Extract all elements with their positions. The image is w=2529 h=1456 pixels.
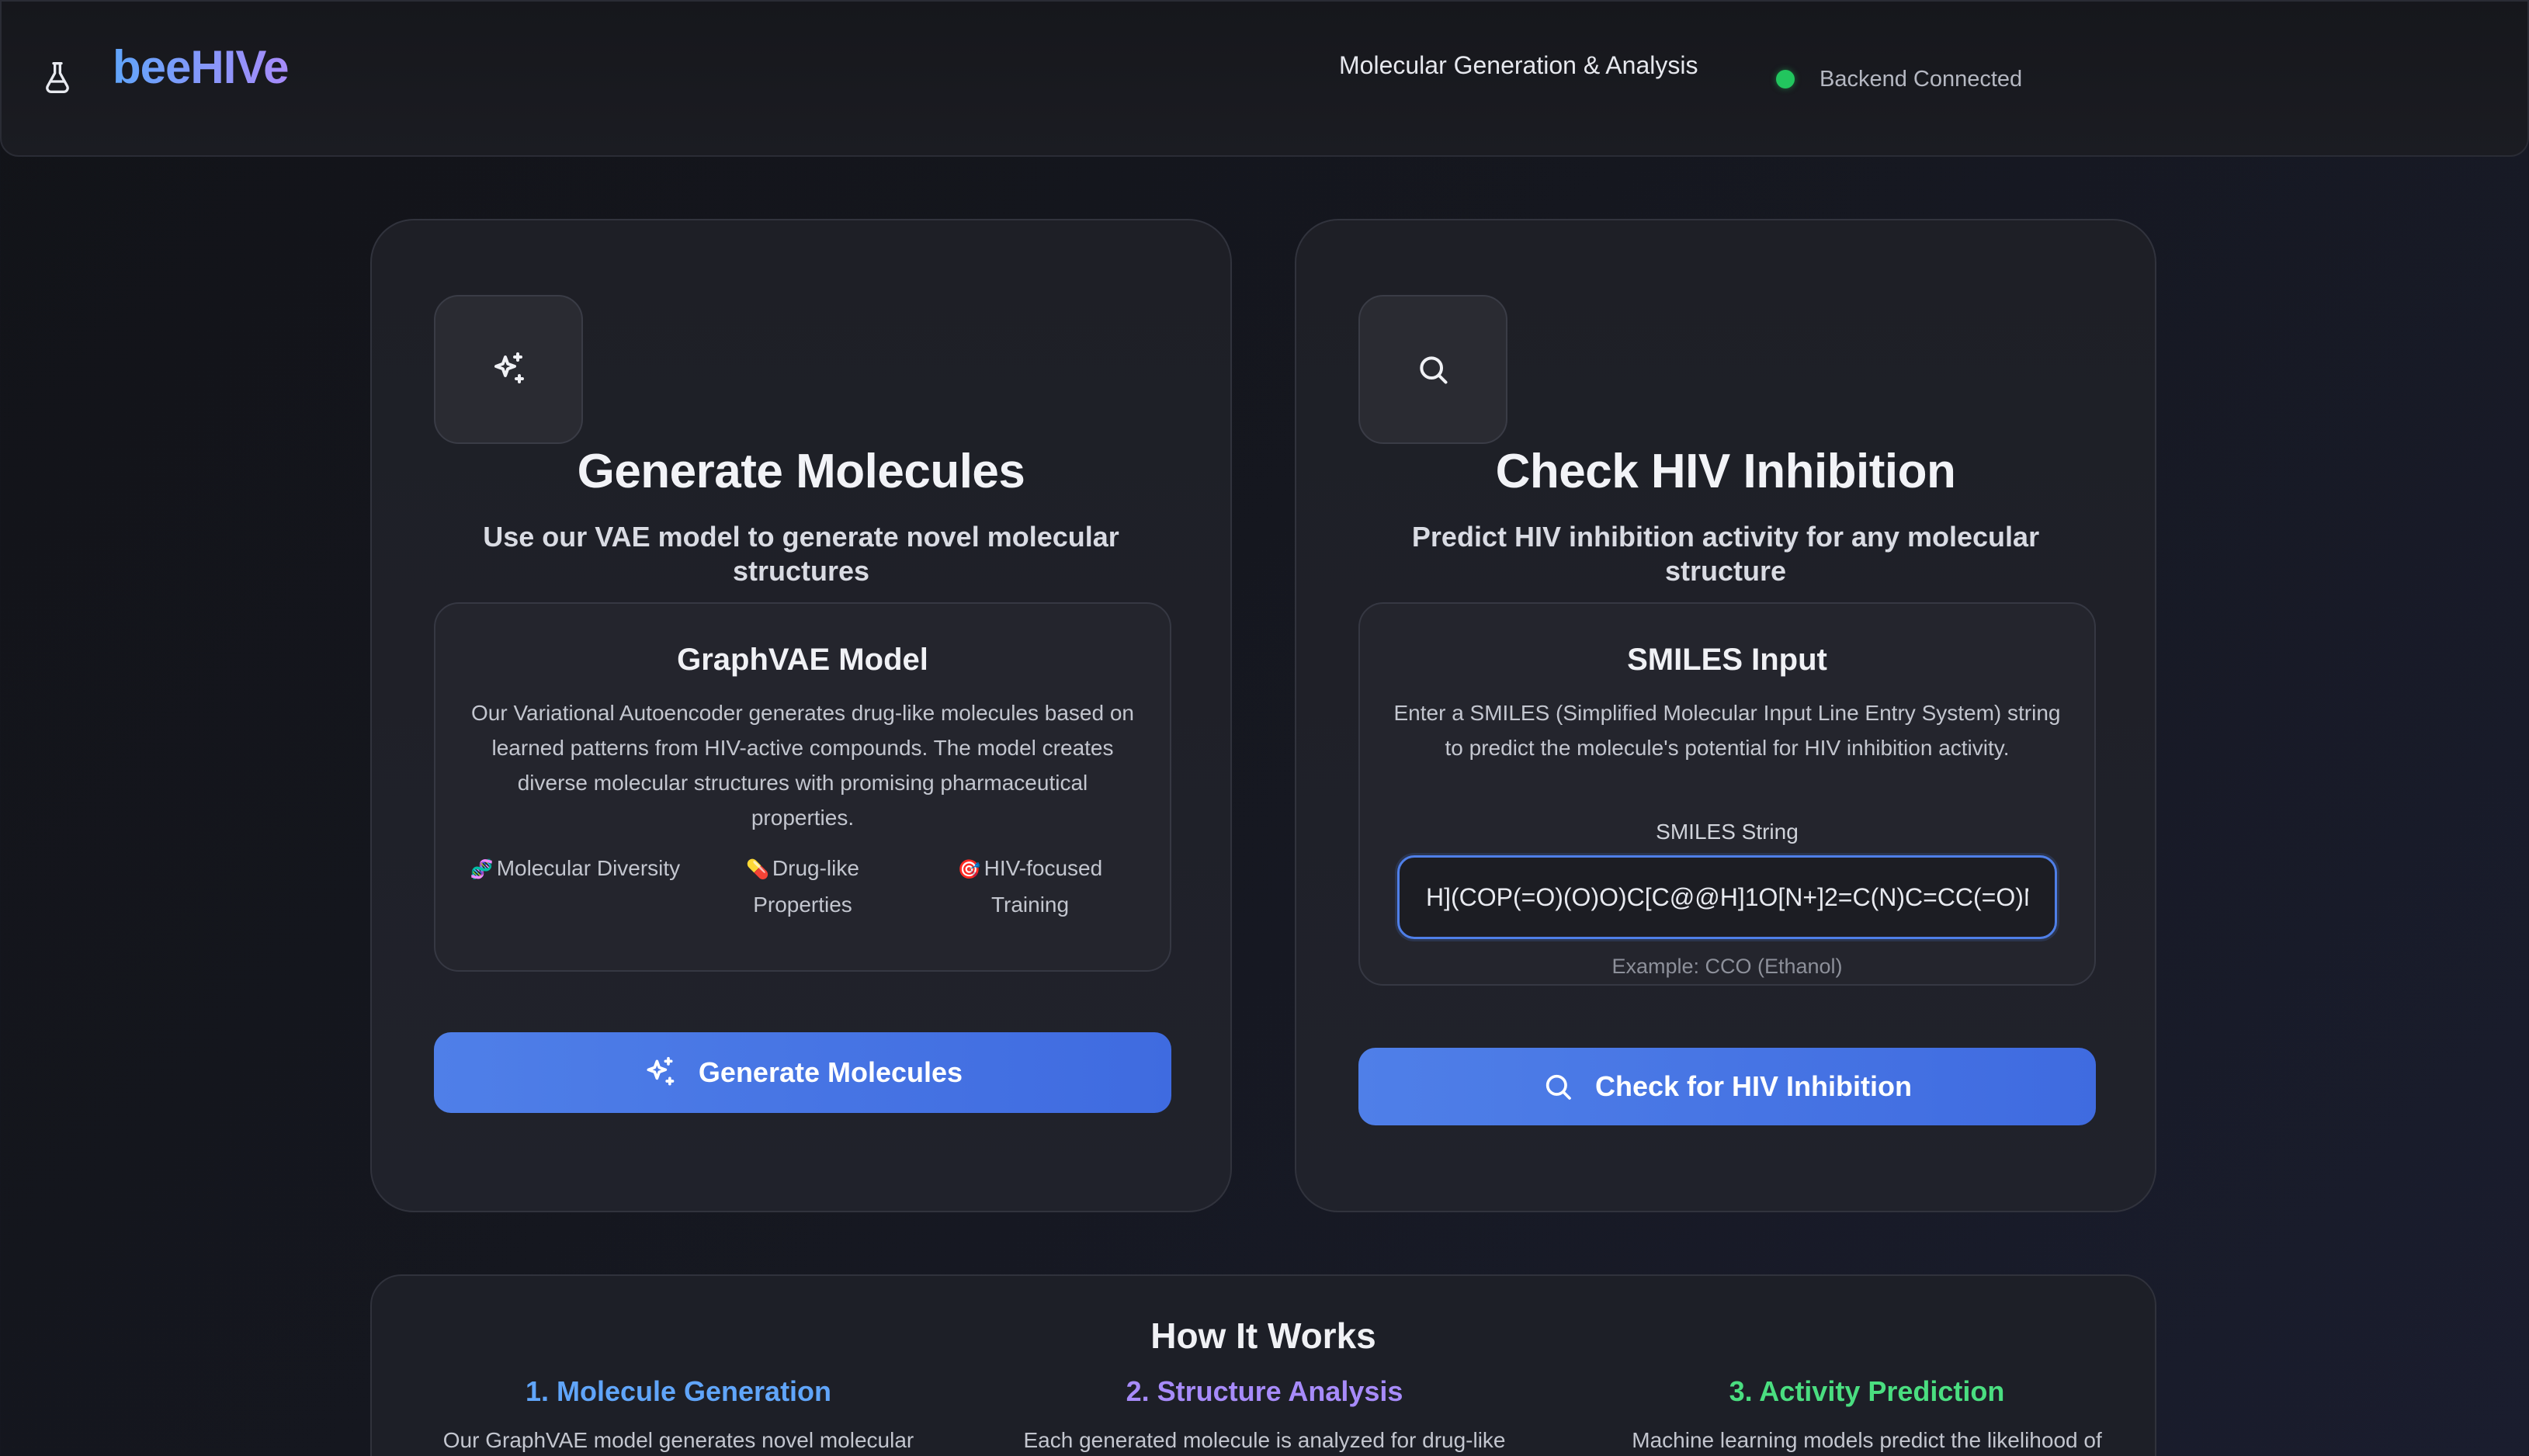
check-card-title: Check HIV Inhibition [1495, 445, 1956, 498]
generate-card-title: Generate Molecules [577, 445, 1025, 498]
check-hiv-inhibition-button[interactable]: Check for HIV Inhibition [1358, 1048, 2096, 1125]
feature-item-drug-like-properties: 💊 Drug-like Properties [694, 851, 911, 922]
header-title: Molecular Generation & Analysis [1339, 51, 1698, 79]
sparkles-icon [647, 1056, 675, 1086]
brand-logo[interactable]: beeHIVe [113, 40, 289, 94]
how-step-activity-prediction: 3. Activity Prediction Machine learning … [1587, 1375, 2146, 1453]
feature-label: HIV-focused Training [984, 856, 1103, 917]
app-header: beeHIVe Molecular Generation & Analysis … [0, 0, 2529, 157]
generate-icon-box [434, 295, 583, 444]
dna-icon: 🧬 [470, 859, 494, 880]
smiles-panel-title: SMILES Input [1627, 643, 1827, 677]
generate-molecules-button[interactable]: Generate Molecules [434, 1032, 1171, 1113]
search-icon [1420, 356, 1448, 384]
step-description: Our GraphVAE model generates novel molec… [442, 1428, 914, 1452]
smiles-input-label: SMILES String [1656, 820, 1799, 844]
generate-button-label: Generate Molecules [698, 1056, 963, 1088]
feature-item-hiv-focused-training: 🎯 HIV-focused Training [921, 851, 1139, 922]
backend-status: Backend Connected [1820, 67, 2023, 92]
how-it-works-section: How It Works 1. Molecule Generation Our … [370, 1274, 2156, 1456]
status-indicator-dot [1776, 70, 1795, 88]
how-step-molecule-generation: 1. Molecule Generation Our GraphVAE mode… [399, 1375, 958, 1453]
how-it-works-title: How It Works [1150, 1316, 1376, 1356]
how-step-structure-analysis: 2. Structure Analysis Each generated mol… [985, 1375, 1544, 1453]
step-title: 3. Activity Prediction [1729, 1375, 2005, 1407]
check-card-subtitle: Predict HIV inhibition activity for any … [1411, 521, 2040, 587]
step-title: 2. Structure Analysis [1126, 1375, 1403, 1407]
graphvae-info-panel: GraphVAE Model Our Variational Autoencod… [434, 602, 1171, 972]
smiles-input-hint: Example: CCO (Ethanol) [1611, 955, 1843, 978]
smiles-input-panel: SMILES Input Enter a SMILES (Simplified … [1358, 602, 2096, 986]
smiles-panel-description: Enter a SMILES (Simplified Molecular Inp… [1393, 701, 2061, 760]
generate-molecules-card: Generate Molecules Use our VAE model to … [370, 219, 1232, 1212]
smiles-input[interactable] [1397, 855, 2057, 939]
check-icon-box [1358, 295, 1507, 444]
feature-item-molecular-diversity: 🧬 Molecular Diversity [467, 851, 684, 922]
step-description: Each generated molecule is analyzed for … [1023, 1428, 1506, 1452]
step-description: Machine learning models predict the like… [1632, 1428, 2102, 1452]
step-title: 1. Molecule Generation [525, 1375, 832, 1407]
feature-label: Molecular Diversity [496, 856, 681, 880]
feature-list: 🧬 Molecular Diversity 💊 Drug-like Properti… [467, 851, 1139, 922]
check-button-label: Check for HIV Inhibition [1594, 1070, 1912, 1102]
search-icon [1546, 1074, 1571, 1100]
graphvae-panel-title: GraphVAE Model [677, 643, 928, 677]
graphvae-panel-description: Our Variational Autoencoder generates dr… [471, 701, 1134, 830]
check-hiv-inhibition-card: Check HIV Inhibition Predict HIV inhibit… [1295, 219, 2156, 1212]
sparkles-icon [494, 352, 524, 383]
generate-card-subtitle: Use our VAE model to generate novel mole… [483, 521, 1119, 587]
pill-icon: 💊 [746, 859, 769, 880]
flask-icon[interactable] [42, 61, 73, 95]
target-icon: 🎯 [957, 859, 981, 880]
